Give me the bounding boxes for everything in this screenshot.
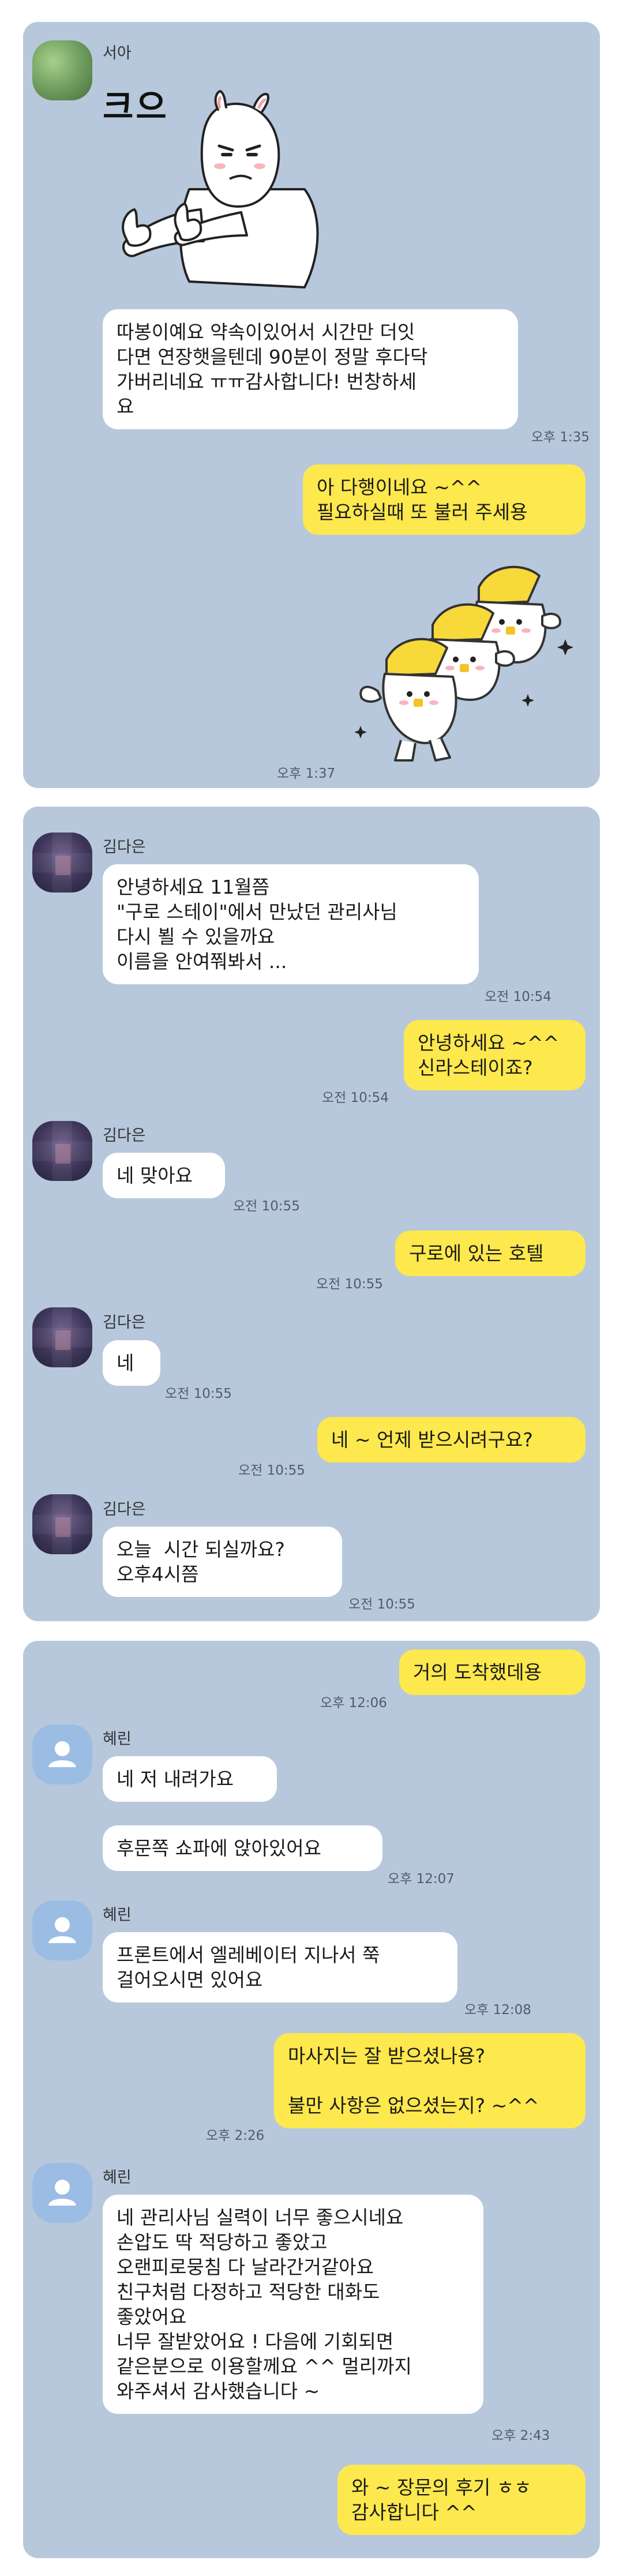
reply-bubble[interactable]: 거의 도착했데용 [399,1649,586,1695]
sender-avatar[interactable] [32,2163,92,2223]
message-time: 오전 10:54 [485,989,551,1004]
reply-bubble[interactable]: 구로에 있는 호텔 [395,1231,586,1276]
message-time: 오후 2:26 [206,2128,265,2143]
sender-avatar[interactable] [32,833,92,893]
sender-name: 김다은 [103,838,146,856]
message-bubble[interactable]: 네 맞아요 [103,1153,225,1198]
message-time: 오후 2:43 [491,2428,550,2443]
message-time: 오전 10:55 [165,1386,232,1401]
sender-name: 김다은 [103,1127,146,1145]
default-profile-icon [48,1917,76,1943]
chat-panel-3: 거의 도착했데용 오후 12:06 혜린 네 저 내려가요 후문쪽 쇼파에 앉아… [23,1641,600,2558]
sender-avatar[interactable] [32,1724,92,1784]
reply-bubble[interactable]: 와 ~ 장문의 후기 ㅎㅎ 감사합니다 ^^ [337,2465,586,2535]
reply-bubble[interactable]: 아 다행이네요 ~^^ 필요하실때 또 불러 주세용 [303,464,586,535]
message-time: 오후 12:06 [320,1696,387,1711]
sender-name: 혜린 [103,2169,132,2187]
sender-name: 서아 [103,44,132,62]
message-time: 오후 12:08 [464,2003,531,2018]
reply-bubble[interactable]: 안녕하세요 ~^^ 신라스테이죠? [404,1020,586,1090]
sender-name: 김다은 [103,1501,146,1518]
message-bubble[interactable]: 후문쪽 쇼파에 앉아있어요 [103,1825,382,1871]
sender-name: 혜린 [103,1730,132,1748]
duck-trio-sticker[interactable] [354,553,586,772]
sticker-text: 크으 [103,87,169,126]
message-bubble[interactable]: 프론트에서 엘레베이터 지나서 쭉 걸어오시면 있어요 [103,1932,457,2003]
message-time: 오후 1:37 [277,766,336,781]
thumbs-up-sticker[interactable]: 크으 [103,68,368,328]
sender-avatar[interactable] [32,1900,92,1960]
message-time: 오후 1:35 [531,430,590,445]
reply-bubble[interactable]: 네 ~ 언제 받으시려구요? [317,1417,586,1463]
reply-bubble[interactable]: 마사지는 잘 받으셨나용? 불만 사항은 없으셨는지? ~^^ [274,2033,586,2128]
message-bubble[interactable]: 따봉이예요 약속이있어서 시간만 더잇 다면 연장햇을텐데 90분이 정말 후다… [103,309,518,429]
message-bubble[interactable]: 네 [103,1340,160,1386]
sender-avatar[interactable] [32,1494,92,1554]
message-time: 오전 10:55 [348,1597,415,1612]
chat-panel-1: 서아 크으 따봉이예요 약속이있어서 시간만 더잇 다면 연장햇을텐데 90분이… [23,22,600,788]
sender-name: 김다은 [103,1314,146,1332]
chat-panel-2: 김다은 안녕하세요 11월쯤 "구로 스테이"에서 만났던 관리사님 다시 뵐 … [23,807,600,1621]
sender-avatar[interactable] [32,40,92,100]
sender-avatar[interactable] [32,1121,92,1181]
message-time: 오전 10:55 [233,1199,300,1214]
sender-avatar[interactable] [32,1307,92,1367]
message-time: 오후 12:07 [388,1872,455,1887]
message-time: 오전 10:55 [238,1463,305,1478]
duck-trio-icon [354,565,573,762]
message-bubble[interactable]: 네 관리사님 실력이 너무 좋으시네요 손압도 딱 적당하고 좋았고 오랜피로뭉… [103,2195,483,2414]
message-bubble[interactable]: 안녕하세요 11월쯤 "구로 스테이"에서 만났던 관리사님 다시 뵐 수 있을… [103,864,479,984]
message-bubble[interactable]: 오늘 시간 되실까요? 오후4시쯤 [103,1527,342,1597]
sender-name: 혜린 [103,1906,132,1924]
default-profile-icon [48,1741,76,1767]
message-time: 오전 10:55 [316,1277,383,1292]
message-bubble[interactable]: 네 저 내려가요 [103,1756,277,1802]
default-profile-icon [48,2180,76,2206]
message-time: 오전 10:54 [322,1090,389,1105]
